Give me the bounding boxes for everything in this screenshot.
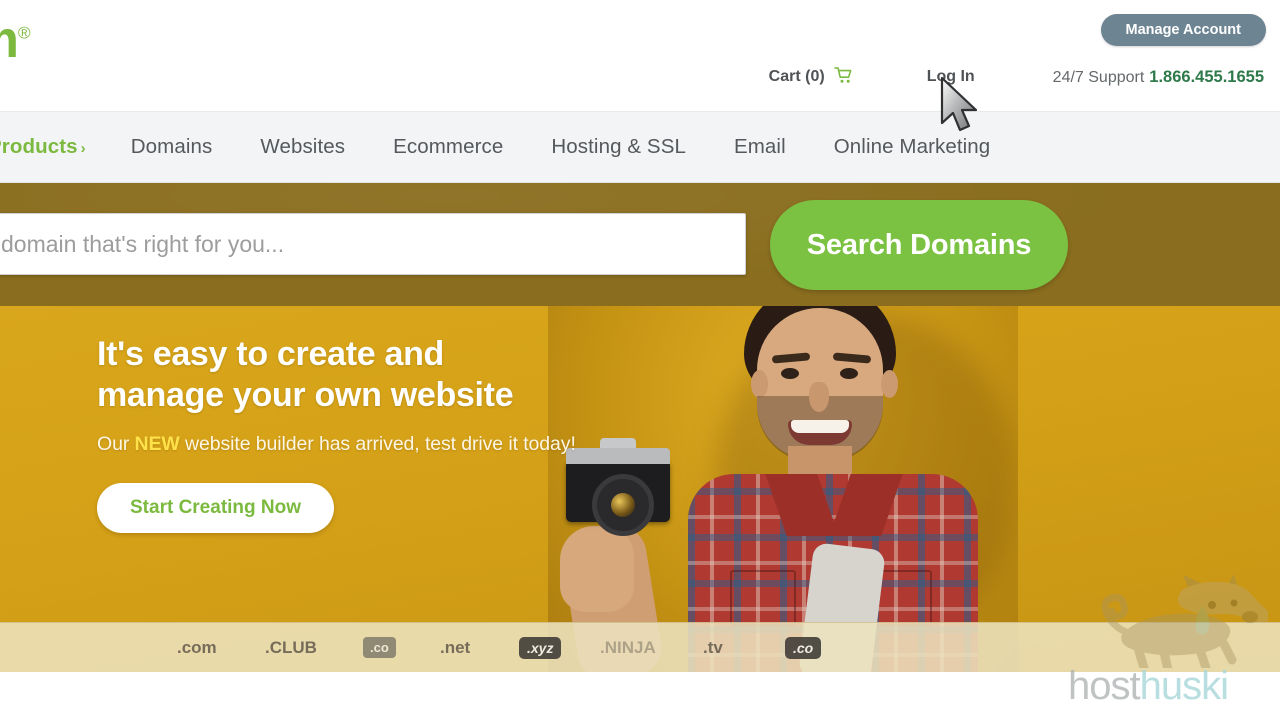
hero-banner: It's easy to create and manage your own … bbox=[0, 306, 1280, 672]
nav-item-online-marketing[interactable]: Online Marketing bbox=[834, 135, 991, 159]
photo-mouth bbox=[788, 420, 852, 445]
support-phone[interactable]: 1.866.455.1655 bbox=[1149, 68, 1264, 86]
hero-photo-man-with-camera bbox=[548, 306, 1018, 672]
photo-teeth bbox=[791, 420, 849, 433]
tld-co-alt[interactable]: .co bbox=[785, 636, 822, 659]
start-creating-now-button[interactable]: Start Creating Now bbox=[97, 482, 335, 533]
registered-trademark-icon: ® bbox=[18, 23, 31, 43]
tld-xyz[interactable]: .xyz bbox=[519, 636, 562, 659]
photo-ear-left bbox=[751, 370, 768, 398]
top-utility-bar: om® Manage Account Cart (0) Log In 24/7 … bbox=[0, 0, 1280, 112]
tld-net[interactable]: .net bbox=[440, 638, 470, 658]
photo-ear-right bbox=[881, 370, 898, 398]
nav-item-ecommerce[interactable]: Ecommerce bbox=[393, 135, 503, 159]
domain-search-input[interactable] bbox=[0, 213, 746, 275]
hero-headline: It's easy to create and manage your own … bbox=[97, 334, 617, 417]
hero-sub-suffix: website builder has arrived, test drive … bbox=[179, 432, 576, 455]
login-link[interactable]: Log In bbox=[927, 68, 975, 86]
utility-links: Cart (0) Log In 24/7 Support 1.866.455.16… bbox=[769, 66, 1264, 88]
support-label: 24/7 Support bbox=[1052, 68, 1145, 86]
nav-item-email[interactable]: Email bbox=[734, 135, 786, 159]
tld-logo-strip: .com .CLUB .co .net .xyz .NINJA .tv .co bbox=[0, 622, 1280, 672]
tld-club[interactable]: .CLUB bbox=[265, 638, 317, 658]
tld-ninja[interactable]: .NINJA bbox=[600, 638, 656, 658]
site-logo[interactable]: om® bbox=[0, 14, 31, 66]
chevron-right-icon: › bbox=[80, 140, 86, 157]
tld-tv[interactable]: .tv bbox=[703, 638, 723, 658]
hero-sub-prefix: Our bbox=[97, 432, 135, 455]
support-info: 24/7 Support 1.866.455.1655 bbox=[1053, 68, 1264, 87]
photo-eye-left bbox=[781, 368, 799, 379]
tld-com[interactable]: .com bbox=[177, 638, 217, 658]
nav-item-hosting-ssl[interactable]: Hosting & SSL bbox=[551, 135, 686, 159]
domain-search-band bbox=[0, 183, 1280, 306]
main-navigation: Products› Domains Websites Ecommerce Hos… bbox=[0, 112, 1280, 183]
hero-headline-line-2: manage your own website bbox=[97, 376, 514, 415]
nav-item-domains[interactable]: Domains bbox=[131, 135, 213, 159]
hero-subheadline: Our NEW website builder has arrived, tes… bbox=[97, 433, 617, 456]
cart-label: Cart (0) bbox=[768, 68, 825, 85]
hero-copy: It's easy to create and manage your own … bbox=[97, 334, 617, 533]
watermark-text: hosthuski bbox=[1068, 666, 1229, 706]
search-domains-button[interactable]: Search Domains bbox=[770, 200, 1068, 290]
cart-link[interactable]: Cart (0) bbox=[769, 66, 853, 88]
shopping-cart-icon bbox=[833, 66, 853, 88]
manage-account-button[interactable]: Manage Account bbox=[1100, 14, 1266, 46]
photo-hand bbox=[560, 526, 634, 612]
nav-item-products[interactable]: Products› bbox=[0, 135, 86, 159]
photo-nose bbox=[809, 382, 829, 412]
tld-co[interactable]: .co bbox=[363, 637, 396, 658]
page-root: om® Manage Account Cart (0) Log In 24/7 … bbox=[0, 0, 1280, 720]
nav-item-products-label: Products bbox=[0, 135, 78, 158]
hero-headline-line-1: It's easy to create and bbox=[97, 335, 445, 373]
nav-item-websites[interactable]: Websites bbox=[260, 135, 345, 159]
site-logo-text: om bbox=[0, 11, 19, 69]
photo-eye-right bbox=[840, 368, 858, 379]
photo-pocket-left bbox=[730, 570, 796, 626]
hero-sub-highlight: NEW bbox=[134, 432, 180, 455]
